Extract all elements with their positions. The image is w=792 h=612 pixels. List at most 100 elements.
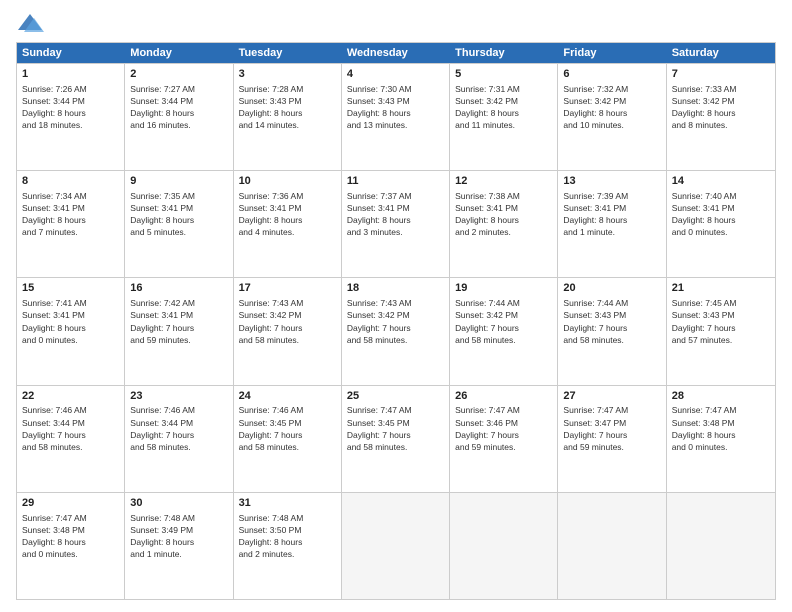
calendar-header: Sunday Monday Tuesday Wednesday Thursday… <box>17 43 775 63</box>
calendar-cell <box>342 493 450 599</box>
day-info: Sunrise: 7:28 AM Sunset: 3:43 PM Dayligh… <box>239 84 304 130</box>
calendar-row-4: 22Sunrise: 7:46 AM Sunset: 3:44 PM Dayli… <box>17 385 775 492</box>
calendar-cell: 17 Sunrise: 7:43 AM Sunset: 3:42 PM Dayli… <box>234 278 342 384</box>
header-saturday: Saturday <box>667 43 775 63</box>
calendar-cell: 23Sunrise: 7:46 AM Sunset: 3:44 PM Dayli… <box>125 386 233 492</box>
day-number: 2 <box>130 67 227 82</box>
day-number: 17 <box>239 281 336 296</box>
calendar-cell <box>558 493 666 599</box>
day-info: Sunrise: 7:26 AM Sunset: 3:44 PM Dayligh… <box>22 84 87 130</box>
day-info: Sunrise: 7:47 AM Sunset: 3:45 PM Dayligh… <box>347 405 412 451</box>
day-number: 8 <box>22 174 119 189</box>
calendar-row-5: 29Sunrise: 7:47 AM Sunset: 3:48 PM Dayli… <box>17 492 775 599</box>
day-info: Sunrise: 7:43 AM Sunset: 3:42 PM Dayligh… <box>347 298 412 344</box>
day-number: 31 <box>239 496 336 511</box>
calendar-cell: 29Sunrise: 7:47 AM Sunset: 3:48 PM Dayli… <box>17 493 125 599</box>
calendar-cell: 27Sunrise: 7:47 AM Sunset: 3:47 PM Dayli… <box>558 386 666 492</box>
calendar-cell: 25Sunrise: 7:47 AM Sunset: 3:45 PM Dayli… <box>342 386 450 492</box>
header-sunday: Sunday <box>17 43 125 63</box>
day-info: Sunrise: 7:44 AM Sunset: 3:42 PM Dayligh… <box>455 298 520 344</box>
day-info: Sunrise: 7:47 AM Sunset: 3:47 PM Dayligh… <box>563 405 628 451</box>
calendar-cell: 14 Sunrise: 7:40 AM Sunset: 3:41 PM Dayli… <box>667 171 775 277</box>
day-number: 24 <box>239 389 336 404</box>
logo <box>16 12 48 36</box>
day-number: 12 <box>455 174 552 189</box>
header-wednesday: Wednesday <box>342 43 450 63</box>
header-thursday: Thursday <box>450 43 558 63</box>
calendar-cell <box>450 493 558 599</box>
day-info: Sunrise: 7:41 AM Sunset: 3:41 PM Dayligh… <box>22 298 87 344</box>
day-number: 7 <box>672 67 770 82</box>
calendar-cell: 10 Sunrise: 7:36 AM Sunset: 3:41 PM Dayli… <box>234 171 342 277</box>
day-number: 30 <box>130 496 227 511</box>
day-info: Sunrise: 7:40 AM Sunset: 3:41 PM Dayligh… <box>672 191 737 237</box>
day-info: Sunrise: 7:35 AM Sunset: 3:41 PM Dayligh… <box>130 191 195 237</box>
day-info: Sunrise: 7:36 AM Sunset: 3:41 PM Dayligh… <box>239 191 304 237</box>
calendar-cell: 2 Sunrise: 7:27 AM Sunset: 3:44 PM Daylig… <box>125 64 233 170</box>
day-info: Sunrise: 7:48 AM Sunset: 3:50 PM Dayligh… <box>239 513 304 559</box>
calendar-row-3: 15 Sunrise: 7:41 AM Sunset: 3:41 PM Dayli… <box>17 277 775 384</box>
day-number: 26 <box>455 389 552 404</box>
day-number: 3 <box>239 67 336 82</box>
day-number: 19 <box>455 281 552 296</box>
day-info: Sunrise: 7:27 AM Sunset: 3:44 PM Dayligh… <box>130 84 195 130</box>
calendar-cell: 26Sunrise: 7:47 AM Sunset: 3:46 PM Dayli… <box>450 386 558 492</box>
day-info: Sunrise: 7:46 AM Sunset: 3:44 PM Dayligh… <box>130 405 195 451</box>
day-number: 13 <box>563 174 660 189</box>
day-number: 5 <box>455 67 552 82</box>
day-number: 27 <box>563 389 660 404</box>
calendar-cell: 1Sunrise: 7:26 AM Sunset: 3:44 PM Daylig… <box>17 64 125 170</box>
calendar-cell: 8Sunrise: 7:34 AM Sunset: 3:41 PM Daylig… <box>17 171 125 277</box>
calendar-cell: 12 Sunrise: 7:38 AM Sunset: 3:41 PM Dayli… <box>450 171 558 277</box>
calendar-cell: 22Sunrise: 7:46 AM Sunset: 3:44 PM Dayli… <box>17 386 125 492</box>
day-info: Sunrise: 7:42 AM Sunset: 3:41 PM Dayligh… <box>130 298 195 344</box>
calendar-row-2: 8Sunrise: 7:34 AM Sunset: 3:41 PM Daylig… <box>17 170 775 277</box>
day-info: Sunrise: 7:45 AM Sunset: 3:43 PM Dayligh… <box>672 298 737 344</box>
calendar-cell: 13Sunrise: 7:39 AM Sunset: 3:41 PM Dayli… <box>558 171 666 277</box>
day-number: 23 <box>130 389 227 404</box>
calendar-cell: 31 Sunrise: 7:48 AM Sunset: 3:50 PM Dayli… <box>234 493 342 599</box>
day-number: 4 <box>347 67 444 82</box>
day-number: 10 <box>239 174 336 189</box>
day-number: 25 <box>347 389 444 404</box>
day-info: Sunrise: 7:30 AM Sunset: 3:43 PM Dayligh… <box>347 84 412 130</box>
calendar-cell: 20Sunrise: 7:44 AM Sunset: 3:43 PM Dayli… <box>558 278 666 384</box>
calendar-cell: 9 Sunrise: 7:35 AM Sunset: 3:41 PM Daylig… <box>125 171 233 277</box>
day-info: Sunrise: 7:43 AM Sunset: 3:42 PM Dayligh… <box>239 298 304 344</box>
calendar: Sunday Monday Tuesday Wednesday Thursday… <box>16 42 776 600</box>
day-number: 9 <box>130 174 227 189</box>
day-info: Sunrise: 7:37 AM Sunset: 3:41 PM Dayligh… <box>347 191 412 237</box>
calendar-cell: 7 Sunrise: 7:33 AM Sunset: 3:42 PM Daylig… <box>667 64 775 170</box>
calendar-cell: 5 Sunrise: 7:31 AM Sunset: 3:42 PM Daylig… <box>450 64 558 170</box>
calendar-cell: 15 Sunrise: 7:41 AM Sunset: 3:41 PM Dayli… <box>17 278 125 384</box>
calendar-cell: 28Sunrise: 7:47 AM Sunset: 3:48 PM Dayli… <box>667 386 775 492</box>
calendar-cell <box>667 493 775 599</box>
calendar-body: 1Sunrise: 7:26 AM Sunset: 3:44 PM Daylig… <box>17 63 775 599</box>
day-info: Sunrise: 7:38 AM Sunset: 3:41 PM Dayligh… <box>455 191 520 237</box>
day-number: 29 <box>22 496 119 511</box>
calendar-cell: 16Sunrise: 7:42 AM Sunset: 3:41 PM Dayli… <box>125 278 233 384</box>
day-info: Sunrise: 7:47 AM Sunset: 3:46 PM Dayligh… <box>455 405 520 451</box>
day-info: Sunrise: 7:48 AM Sunset: 3:49 PM Dayligh… <box>130 513 195 559</box>
day-info: Sunrise: 7:32 AM Sunset: 3:42 PM Dayligh… <box>563 84 628 130</box>
day-number: 21 <box>672 281 770 296</box>
calendar-cell: 18 Sunrise: 7:43 AM Sunset: 3:42 PM Dayli… <box>342 278 450 384</box>
calendar-cell: 30 Sunrise: 7:48 AM Sunset: 3:49 PM Dayli… <box>125 493 233 599</box>
day-info: Sunrise: 7:46 AM Sunset: 3:45 PM Dayligh… <box>239 405 304 451</box>
page: Sunday Monday Tuesday Wednesday Thursday… <box>0 0 792 612</box>
day-number: 14 <box>672 174 770 189</box>
day-info: Sunrise: 7:47 AM Sunset: 3:48 PM Dayligh… <box>672 405 737 451</box>
calendar-row-1: 1Sunrise: 7:26 AM Sunset: 3:44 PM Daylig… <box>17 63 775 170</box>
logo-icon <box>16 12 44 36</box>
calendar-cell: 19 Sunrise: 7:44 AM Sunset: 3:42 PM Dayli… <box>450 278 558 384</box>
day-info: Sunrise: 7:46 AM Sunset: 3:44 PM Dayligh… <box>22 405 87 451</box>
day-number: 28 <box>672 389 770 404</box>
day-info: Sunrise: 7:31 AM Sunset: 3:42 PM Dayligh… <box>455 84 520 130</box>
day-number: 11 <box>347 174 444 189</box>
day-info: Sunrise: 7:33 AM Sunset: 3:42 PM Dayligh… <box>672 84 737 130</box>
header-friday: Friday <box>558 43 666 63</box>
day-number: 15 <box>22 281 119 296</box>
header-monday: Monday <box>125 43 233 63</box>
day-number: 22 <box>22 389 119 404</box>
day-number: 18 <box>347 281 444 296</box>
